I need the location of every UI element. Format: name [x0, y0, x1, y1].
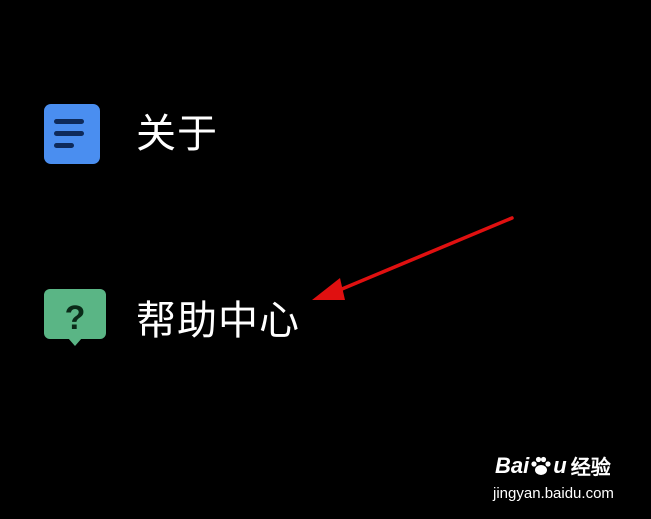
menu-item-label: 关于 — [136, 111, 218, 157]
menu-item-help-center[interactable]: ? 帮助中心 — [0, 265, 651, 365]
watermark-url: jingyan.baidu.com — [493, 485, 614, 502]
paw-icon — [531, 456, 551, 475]
document-lines-icon — [44, 104, 100, 164]
question-bubble-icon: ? — [44, 289, 106, 346]
menu-item-label: 帮助中心 — [136, 298, 300, 344]
baidu-logo: Bai u 经验 — [495, 452, 611, 480]
red-arrow-annotation — [312, 216, 514, 300]
baidu-jingyan-watermark: Bai u 经验 jingyan.baidu.com — [491, 451, 621, 507]
svg-text:?: ? — [65, 299, 86, 337]
menu-item-about[interactable]: 关于 — [0, 83, 651, 183]
